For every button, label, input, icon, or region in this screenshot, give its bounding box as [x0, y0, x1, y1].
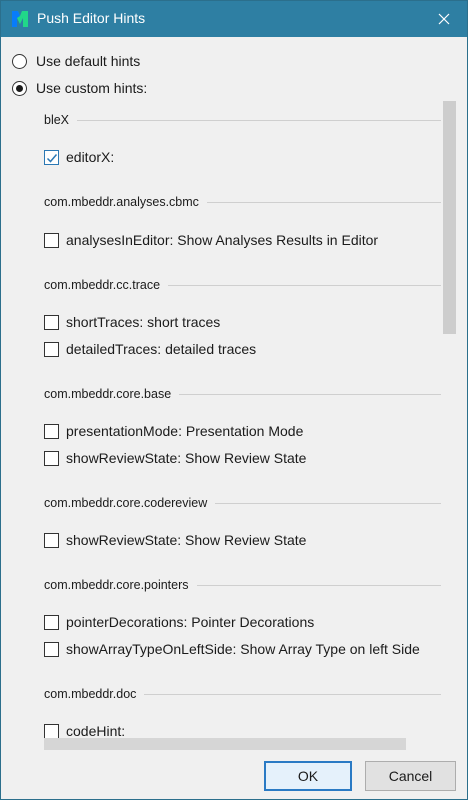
- close-button[interactable]: [421, 1, 467, 37]
- group-label: com.mbeddr.core.pointers: [44, 578, 189, 592]
- window-title: Push Editor Hints: [37, 10, 146, 26]
- hint-short-traces[interactable]: shortTraces: short traces: [44, 312, 220, 332]
- hint-label: analysesInEditor: Show Analyses Results …: [66, 232, 379, 248]
- group-label: com.mbeddr.core.base: [44, 387, 172, 401]
- hint-show-review-state[interactable]: showReviewState: Show Review State: [44, 448, 306, 468]
- hint-label: codeHint:: [66, 723, 126, 739]
- app-icon: [12, 11, 28, 27]
- group-separator: [196, 584, 441, 586]
- hint-show-array-type[interactable]: showArrayTypeOnLeftSide: Show Array Type…: [44, 639, 420, 659]
- vertical-scrollbar-thumb[interactable]: [443, 101, 456, 334]
- hint-label: showReviewState: Show Review State: [66, 450, 307, 466]
- hint-checkbox[interactable]: [44, 232, 59, 248]
- hint-label: showReviewState: Show Review State: [66, 532, 307, 548]
- use-custom-hints-label: Use custom hints:: [36, 80, 148, 96]
- hint-presentation-mode[interactable]: presentationMode: Presentation Mode: [44, 421, 303, 441]
- horizontal-scrollbar-thumb[interactable]: [44, 738, 406, 750]
- hint-editorx[interactable]: editorX:: [44, 147, 114, 167]
- title-bar[interactable]: Push Editor Hints: [1, 1, 467, 37]
- group-label: com.mbeddr.core.codereview: [44, 496, 208, 510]
- group-label: com.mbeddr.doc: [44, 687, 137, 701]
- use-custom-hints-radio[interactable]: Use custom hints:: [12, 78, 147, 98]
- use-default-hints-label: Use default hints: [36, 53, 141, 69]
- group-header-core-pointers: com.mbeddr.core.pointers: [44, 576, 441, 594]
- checkmark-icon: [46, 153, 58, 163]
- ok-button[interactable]: OK: [264, 761, 352, 791]
- hint-checkbox[interactable]: [44, 149, 59, 165]
- group-header-doc: com.mbeddr.doc: [44, 685, 441, 703]
- hint-checkbox[interactable]: [44, 423, 59, 439]
- hint-checkbox[interactable]: [44, 614, 59, 630]
- use-default-hints-radio[interactable]: Use default hints: [12, 51, 140, 71]
- group-header-core-base: com.mbeddr.core.base: [44, 385, 441, 403]
- hint-checkbox[interactable]: [44, 532, 59, 548]
- group-separator: [206, 201, 441, 203]
- group-separator: [77, 119, 441, 121]
- group-separator: [215, 502, 441, 504]
- hint-checkbox[interactable]: [44, 341, 59, 357]
- hint-analyses-in-editor[interactable]: analysesInEditor: Show Analyses Results …: [44, 230, 378, 250]
- hint-checkbox[interactable]: [44, 450, 59, 466]
- group-separator: [179, 393, 441, 395]
- dialog-window: Push Editor Hints Use default hints Use …: [0, 0, 468, 800]
- close-icon: [438, 13, 450, 25]
- hint-label: pointerDecorations: Pointer Decorations: [66, 614, 315, 630]
- radio-custom[interactable]: [12, 80, 27, 96]
- group-header-core-codereview: com.mbeddr.core.codereview: [44, 494, 441, 512]
- hint-detailed-traces[interactable]: detailedTraces: detailed traces: [44, 339, 256, 359]
- radio-default[interactable]: [12, 53, 27, 69]
- hint-label: editorX:: [66, 149, 115, 165]
- cancel-button[interactable]: Cancel: [365, 761, 456, 791]
- group-label: bleX: [44, 113, 70, 127]
- group-header-analyses-cbmc: com.mbeddr.analyses.cbmc: [44, 193, 441, 211]
- group-label: com.mbeddr.cc.trace: [44, 278, 161, 292]
- hint-label: showArrayTypeOnLeftSide: Show Array Type…: [66, 641, 420, 657]
- hint-checkbox[interactable]: [44, 641, 59, 657]
- hint-codereview-show-review-state[interactable]: showReviewState: Show Review State: [44, 530, 306, 550]
- group-header-blex: bleX: [44, 111, 441, 129]
- group-label: com.mbeddr.analyses.cbmc: [44, 195, 199, 209]
- hint-label: detailedTraces: detailed traces: [66, 341, 257, 357]
- hint-label: shortTraces: short traces: [66, 314, 221, 330]
- hint-pointer-decorations[interactable]: pointerDecorations: Pointer Decorations: [44, 612, 314, 632]
- hint-checkbox[interactable]: [44, 723, 59, 739]
- hint-label: presentationMode: Presentation Mode: [66, 423, 304, 439]
- group-separator: [168, 284, 441, 286]
- group-separator: [144, 693, 441, 695]
- hint-checkbox[interactable]: [44, 314, 59, 330]
- group-header-cc-trace: com.mbeddr.cc.trace: [44, 276, 441, 294]
